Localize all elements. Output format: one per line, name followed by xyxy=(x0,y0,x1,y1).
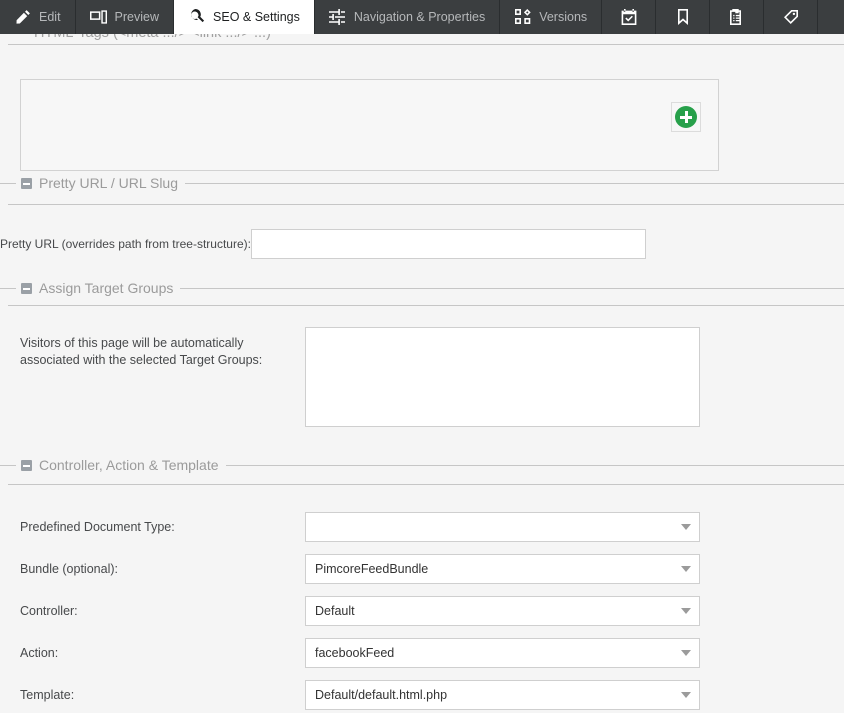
chevron-down-icon xyxy=(681,692,691,698)
target-groups-listbox[interactable] xyxy=(305,327,700,427)
target-groups-description-line2: associated with the selected Target Grou… xyxy=(20,353,263,367)
collapse-toggle-icon[interactable] xyxy=(21,177,32,189)
tab-seo-settings[interactable]: SEO & Settings xyxy=(174,0,315,34)
pencil-icon xyxy=(14,9,31,26)
tab-scheduling[interactable] xyxy=(602,0,657,34)
target-groups-description-line1: Visitors of this page will be automatica… xyxy=(20,336,244,350)
devices-icon xyxy=(89,9,107,26)
html-tags-container xyxy=(20,79,719,171)
collapse-toggle-icon[interactable] xyxy=(21,282,32,294)
controller-fields: Predefined Document Type: Bundle (option… xyxy=(0,506,844,713)
pretty-url-row: Pretty URL (overrides path from tree-str… xyxy=(0,229,646,259)
pretty-url-label: Pretty URL (overrides path from tree-str… xyxy=(0,237,251,251)
predefined-document-type-select[interactable] xyxy=(305,512,700,542)
tab-edit[interactable]: Edit xyxy=(0,0,76,34)
template-label: Template: xyxy=(20,687,75,702)
pretty-url-input[interactable] xyxy=(250,229,646,259)
field-row-template: Template: Default/default.html.php xyxy=(0,674,844,713)
bundle-label: Bundle (optional): xyxy=(20,561,118,576)
tab-tags[interactable] xyxy=(764,0,819,34)
tab-preview-label: Preview xyxy=(114,10,160,24)
calendar-check-icon xyxy=(620,9,637,26)
pretty-url-fieldset-border xyxy=(8,204,844,205)
tab-navigation-properties-label: Navigation & Properties xyxy=(353,10,486,24)
seo-settings-form: HTML-Tags (<meta .../> <link .../> ...) … xyxy=(0,34,844,713)
action-value: facebookFeed xyxy=(315,646,395,660)
field-row-bundle: Bundle (optional): PimcoreFeedBundle xyxy=(0,548,844,590)
magnifier-icon xyxy=(188,9,205,26)
tab-notes-events[interactable] xyxy=(710,0,765,34)
target-groups-legend-label: Assign Target Groups xyxy=(39,280,174,296)
bundle-select[interactable]: PimcoreFeedBundle xyxy=(305,554,700,584)
add-html-tag-button[interactable] xyxy=(671,102,701,132)
pretty-url-legend-label: Pretty URL / URL Slug xyxy=(39,175,179,191)
clipboard-list-icon xyxy=(728,9,745,26)
controller-label: Controller: xyxy=(20,603,78,618)
sliders-icon xyxy=(329,9,346,26)
chevron-down-icon xyxy=(681,650,691,656)
controller-legend: Controller, Action & Template xyxy=(16,455,226,475)
html-tags-section: HTML-Tags (<meta .../> <link .../> ...) xyxy=(0,34,844,184)
controller-select[interactable]: Default xyxy=(305,596,700,626)
tab-versions[interactable]: Versions xyxy=(500,0,603,34)
target-groups-fieldset-border xyxy=(8,305,844,306)
tab-navigation-properties[interactable]: Navigation & Properties xyxy=(314,0,501,34)
controller-fieldset-border xyxy=(8,484,844,485)
action-select[interactable]: facebookFeed xyxy=(305,638,700,668)
controller-legend-label: Controller, Action & Template xyxy=(39,457,219,473)
tab-seo-settings-label: SEO & Settings xyxy=(213,10,300,24)
field-row-action: Action: facebookFeed xyxy=(0,632,844,674)
predefined-document-type-label: Predefined Document Type: xyxy=(20,519,175,534)
template-select[interactable]: Default/default.html.php xyxy=(305,680,700,710)
pretty-url-section: Pretty URL / URL Slug Pretty URL (overri… xyxy=(0,173,844,289)
chevron-down-icon xyxy=(681,608,691,614)
html-tags-legend: HTML-Tags (<meta .../> <link .../> ...) xyxy=(26,34,279,43)
field-row-controller: Controller: Default xyxy=(0,590,844,632)
tab-edit-label: Edit xyxy=(39,10,61,24)
pretty-url-legend: Pretty URL / URL Slug xyxy=(16,173,186,193)
bookmark-icon xyxy=(674,9,691,26)
assign-target-groups-section: Assign Target Groups Visitors of this pa… xyxy=(0,278,844,466)
target-groups-row: Visitors of this page will be automatica… xyxy=(0,327,700,427)
controller-value: Default xyxy=(315,604,355,618)
editor-tab-bar: Edit Preview SEO & Settings Navigation &… xyxy=(0,0,844,34)
collapse-toggle-icon[interactable] xyxy=(21,459,32,471)
tab-preview[interactable]: Preview xyxy=(75,0,175,34)
chevron-down-icon xyxy=(681,566,691,572)
target-groups-description: Visitors of this page will be automatica… xyxy=(0,327,305,369)
chevron-down-icon xyxy=(681,524,691,530)
blocks-icon xyxy=(514,9,531,26)
tag-icon xyxy=(782,9,799,26)
template-value: Default/default.html.php xyxy=(315,688,448,702)
bundle-value: PimcoreFeedBundle xyxy=(315,562,429,576)
html-tags-fieldset-border xyxy=(8,44,844,45)
field-row-predefined-document-type: Predefined Document Type: xyxy=(0,506,844,548)
action-label: Action: xyxy=(20,645,59,660)
plus-icon xyxy=(675,106,697,128)
tab-versions-label: Versions xyxy=(539,10,588,24)
target-groups-legend: Assign Target Groups xyxy=(16,278,181,298)
controller-action-template-section: Controller, Action & Template Predefined… xyxy=(0,455,844,710)
tab-bookmark[interactable] xyxy=(656,0,711,34)
